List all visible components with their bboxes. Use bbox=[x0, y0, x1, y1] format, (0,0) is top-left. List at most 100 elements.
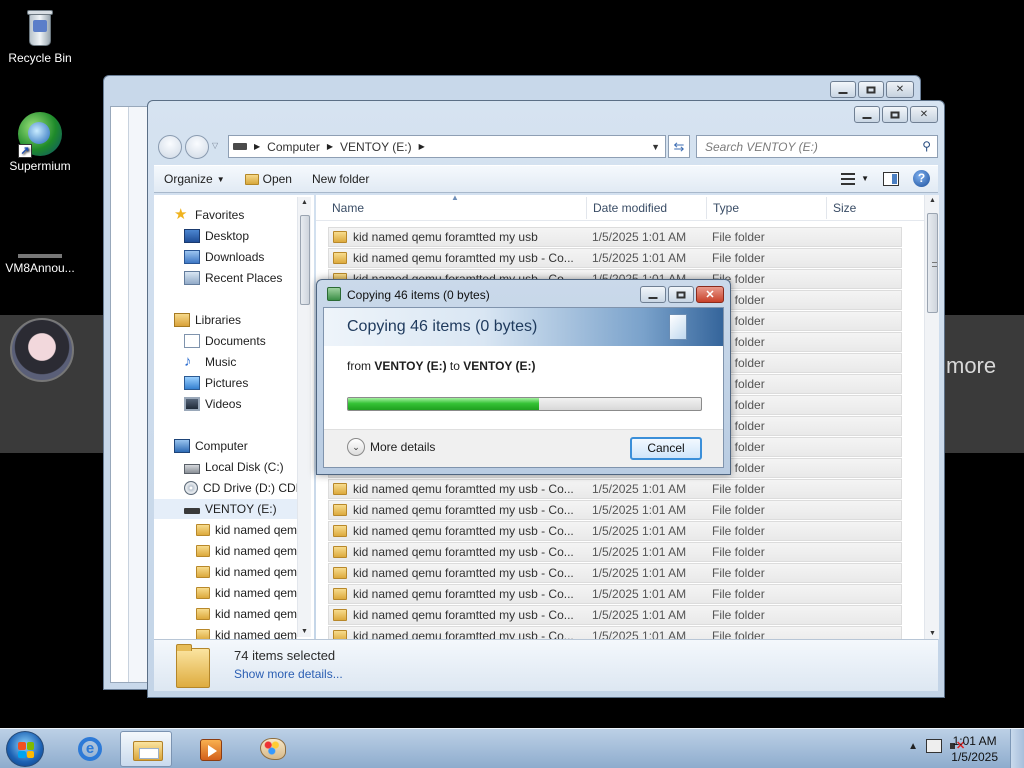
folder-icon bbox=[333, 483, 347, 495]
file-row[interactable]: kid named qemu foramtted my usb - Co... 1… bbox=[328, 500, 902, 520]
nav-label: Pictures bbox=[205, 376, 249, 390]
breadcrumb-arrow-icon[interactable]: ▶ bbox=[254, 142, 260, 151]
scrollbar-thumb[interactable] bbox=[927, 213, 938, 313]
preview-pane-icon[interactable] bbox=[883, 171, 899, 186]
file-row[interactable]: kid named qemu foramtted my usb - Co... 1… bbox=[328, 563, 902, 583]
back-button[interactable] bbox=[158, 135, 182, 159]
cancel-button[interactable]: Cancel bbox=[630, 437, 702, 460]
scroll-up-icon[interactable]: ▲ bbox=[301, 199, 308, 206]
organize-button[interactable]: Organize ▼ bbox=[154, 172, 235, 186]
nav-libraries[interactable]: Libraries bbox=[174, 310, 241, 330]
breadcrumb-drive[interactable]: VENTOY (E:) bbox=[340, 140, 412, 154]
column-size[interactable]: Size bbox=[833, 201, 856, 215]
clock[interactable]: 1:01 AM 1/5/2025 bbox=[951, 733, 998, 765]
column-date-modified[interactable]: Date modified bbox=[593, 201, 667, 215]
minimize-button[interactable] bbox=[640, 286, 666, 303]
address-row: ▽ ▶ Computer ▶ VENTOY (E:) ▶ ▼ ⇆ Search … bbox=[158, 135, 938, 159]
show-desktop-button[interactable] bbox=[1010, 729, 1024, 768]
refresh-button[interactable]: ⇆ bbox=[668, 135, 690, 158]
column-name[interactable]: Name bbox=[332, 201, 364, 215]
nav-pictures[interactable]: Pictures bbox=[184, 373, 248, 393]
nav-downloads[interactable]: Downloads bbox=[184, 247, 264, 267]
maximize-button[interactable] bbox=[668, 286, 694, 303]
scroll-down-icon[interactable]: ▼ bbox=[301, 628, 308, 635]
close-button[interactable]: ✕ bbox=[886, 81, 914, 98]
file-name-cell: kid named qemu foramtted my usb - Co... bbox=[333, 251, 579, 265]
help-icon[interactable]: ? bbox=[913, 170, 930, 187]
file-row[interactable]: kid named qemu foramtted my usb - Co... 1… bbox=[328, 605, 902, 625]
search-input[interactable]: Search VENTOY (E:) ⚲ bbox=[696, 135, 938, 158]
taskbar-windows-explorer[interactable] bbox=[120, 731, 172, 767]
address-bar[interactable]: ▶ Computer ▶ VENTOY (E:) ▶ ▼ bbox=[228, 135, 666, 158]
supermium-shortcut[interactable]: ↗ Supermium bbox=[0, 112, 80, 173]
nav-local-disk[interactable]: Local Disk (C:) bbox=[184, 457, 284, 477]
address-dropdown-icon[interactable]: ▼ bbox=[651, 142, 660, 152]
change-view-button[interactable]: ▼ bbox=[841, 172, 869, 185]
breadcrumb-arrow-icon[interactable]: ▶ bbox=[327, 142, 333, 151]
start-button[interactable] bbox=[6, 731, 44, 767]
scrollbar-thumb[interactable] bbox=[300, 215, 310, 305]
file-list-scrollbar[interactable]: ▲ ▼ bbox=[924, 195, 939, 639]
nav-subfolder[interactable]: kid named qem bbox=[196, 583, 297, 603]
nav-cd-drive[interactable]: CD Drive (D:) CDI bbox=[184, 478, 299, 498]
file-date: 1/5/2025 1:01 AM bbox=[592, 503, 687, 517]
nav-subfolder[interactable]: kid named qem bbox=[196, 562, 297, 582]
minimize-button[interactable] bbox=[830, 81, 856, 98]
nav-desktop[interactable]: Desktop bbox=[184, 226, 249, 246]
taskbar-paint[interactable] bbox=[246, 731, 298, 767]
breadcrumb-computer[interactable]: Computer bbox=[267, 140, 320, 154]
file-row[interactable]: kid named qemu foramtted my usb - Co... 1… bbox=[328, 248, 902, 268]
nav-documents[interactable]: Documents bbox=[184, 331, 266, 351]
file-row[interactable]: kid named qemu foramtted my usb - Co... 1… bbox=[328, 584, 902, 604]
vm8-shortcut[interactable]: VM8Annou... bbox=[0, 238, 80, 275]
taskbar-media-player[interactable] bbox=[184, 731, 236, 767]
file-name: kid named qemu foramtted my usb - Co... bbox=[353, 629, 574, 639]
close-button[interactable]: ✕ bbox=[910, 106, 938, 123]
close-button[interactable]: ✕ bbox=[696, 286, 724, 303]
nav-subfolder[interactable]: kid named qem bbox=[196, 520, 297, 540]
nav-favorites[interactable]: ★ Favorites bbox=[174, 205, 244, 225]
open-button[interactable]: Open bbox=[235, 172, 302, 186]
copy-progress-dialog[interactable]: Copying 46 items (0 bytes) ✕ Copying 46 … bbox=[316, 279, 731, 475]
vm8-icon bbox=[18, 254, 62, 258]
taskbar-internet-explorer[interactable]: e bbox=[64, 731, 116, 767]
file-row[interactable]: kid named qemu foramtted my usb - Co... 1… bbox=[328, 626, 902, 639]
folder-icon bbox=[333, 504, 347, 516]
nav-videos[interactable]: Videos bbox=[184, 394, 241, 414]
new-folder-button[interactable]: New folder bbox=[302, 172, 379, 186]
file-row[interactable]: kid named qemu foramtted my usb - Co... 1… bbox=[328, 542, 902, 562]
nav-subfolder[interactable]: kid named qem bbox=[196, 541, 297, 561]
breadcrumb-arrow-icon[interactable]: ▶ bbox=[419, 142, 425, 151]
column-type[interactable]: Type bbox=[713, 201, 739, 215]
recent-pages-dropdown-icon[interactable]: ▽ bbox=[212, 141, 218, 150]
show-hidden-icons-icon[interactable]: ▲ bbox=[908, 741, 918, 752]
maximize-button[interactable] bbox=[858, 81, 884, 98]
windows-explorer-icon bbox=[133, 741, 163, 761]
minimize-button[interactable] bbox=[854, 106, 880, 123]
nav-pane-scrollbar[interactable]: ▲ ▼ bbox=[297, 197, 311, 637]
file-row[interactable]: kid named qemu foramtted my usb - Co... 1… bbox=[328, 521, 902, 541]
file-name: kid named qemu foramtted my usb - Co... bbox=[353, 587, 574, 601]
nav-computer[interactable]: Computer bbox=[174, 436, 248, 456]
scroll-down-icon[interactable]: ▼ bbox=[929, 630, 936, 637]
file-type: File folder bbox=[712, 608, 765, 622]
recycle-bin-shortcut[interactable]: Recycle Bin bbox=[0, 8, 80, 65]
folder-icon bbox=[176, 644, 210, 688]
forward-button[interactable] bbox=[185, 135, 209, 159]
maximize-button[interactable] bbox=[882, 106, 908, 123]
file-type: File folder bbox=[712, 230, 765, 244]
file-row[interactable]: kid named qemu foramtted my usb - Co... 1… bbox=[328, 479, 902, 499]
scroll-up-icon[interactable]: ▲ bbox=[929, 197, 936, 204]
network-icon[interactable] bbox=[926, 739, 942, 753]
nav-music[interactable]: ♪ Music bbox=[184, 352, 236, 372]
nav-recent-places[interactable]: Recent Places bbox=[184, 268, 282, 288]
file-name-cell: kid named qemu foramtted my usb - Co... bbox=[333, 587, 579, 601]
column-headers: ▲ Name Date modified Type Size bbox=[316, 195, 928, 221]
file-row[interactable]: kid named qemu foramtted my usb 1/5/2025 … bbox=[328, 227, 902, 247]
nav-subfolder[interactable]: kid named qem bbox=[196, 604, 297, 624]
nav-ventoy[interactable]: VENTOY (E:) bbox=[154, 499, 299, 519]
search-icon[interactable]: ⚲ bbox=[922, 139, 931, 153]
nav-subfolder[interactable]: kid named qem bbox=[196, 625, 297, 639]
more-details-toggle[interactable]: ⌄ More details bbox=[347, 438, 435, 456]
show-more-details-link[interactable]: Show more details... bbox=[234, 667, 343, 681]
